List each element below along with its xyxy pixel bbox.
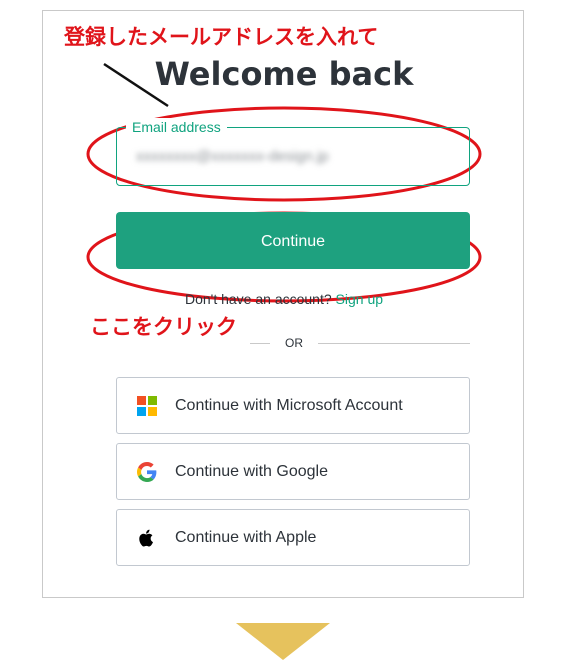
divider-left	[250, 343, 270, 344]
signup-prompt-text: Don't have an account?	[184, 291, 332, 307]
apple-login-label: Continue with Apple	[175, 529, 317, 546]
apple-icon	[139, 529, 153, 547]
divider-right	[318, 343, 470, 344]
microsoft-login-button[interactable]: Continue with Microsoft Account	[116, 377, 470, 434]
microsoft-login-label: Continue with Microsoft Account	[175, 397, 403, 414]
divider-or: OR	[285, 336, 303, 350]
signup-prompt: Don't have an account? Sign up	[0, 290, 568, 308]
email-field-label: Email address	[126, 118, 227, 136]
email-input[interactable]	[136, 146, 386, 168]
signup-link[interactable]: Sign up	[336, 291, 383, 307]
arrow-down-icon	[236, 623, 330, 660]
google-login-label: Continue with Google	[175, 463, 328, 480]
annotation-enter-email: 登録したメールアドレスを入れて	[64, 25, 379, 49]
google-login-button[interactable]: Continue with Google	[116, 443, 470, 500]
page-title: Welcome back	[154, 55, 414, 93]
apple-login-button[interactable]: Continue with Apple	[116, 509, 470, 566]
google-icon	[137, 462, 157, 482]
annotation-click-here: ここをクリック	[90, 315, 237, 339]
continue-button[interactable]: Continue	[116, 212, 470, 269]
microsoft-icon	[137, 396, 157, 416]
